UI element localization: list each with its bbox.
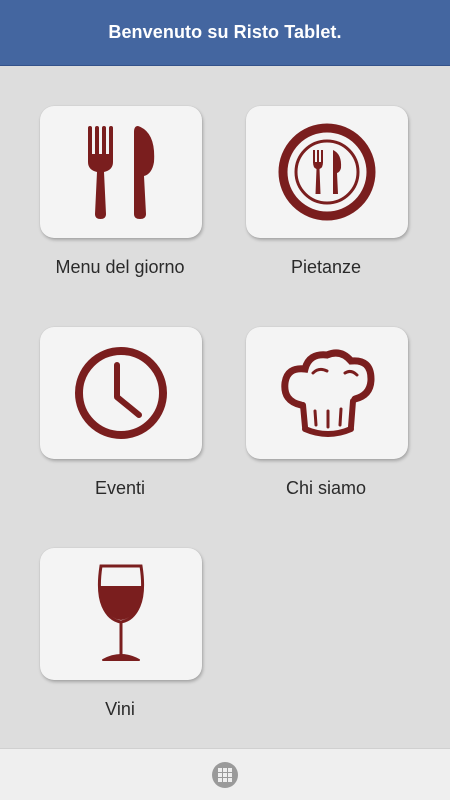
- tile-label: Vini: [105, 699, 135, 719]
- tile-card[interactable]: [246, 106, 408, 238]
- grid-menu-icon: [212, 761, 238, 788]
- tile-menu-del-giorno[interactable]: Menu del giorno: [30, 106, 210, 296]
- tile-card[interactable]: [246, 327, 408, 459]
- app-screen: Benvenuto su Risto Tablet. Menu del gior…: [0, 0, 450, 800]
- tile-chi-siamo[interactable]: Chi siamo: [236, 327, 416, 517]
- clock-icon: [75, 347, 167, 439]
- tile-card[interactable]: [40, 327, 202, 459]
- tile-label: Chi siamo: [285, 478, 367, 498]
- tile-label: Menu del giorno: [55, 257, 185, 277]
- tile-label: Eventi: [94, 478, 146, 498]
- tile-card[interactable]: [40, 548, 202, 680]
- wine-glass-icon: [97, 564, 145, 661]
- tile-vini[interactable]: Vini: [30, 548, 210, 738]
- grid-menu-button[interactable]: [210, 760, 240, 790]
- tile-pietanze[interactable]: Pietanze: [236, 106, 416, 296]
- bottom-bar: [0, 748, 450, 800]
- header-bar: Benvenuto su Risto Tablet.: [0, 0, 450, 66]
- tile-card[interactable]: [40, 106, 202, 238]
- tile-label: Pietanze: [290, 257, 362, 277]
- page-title: Benvenuto su Risto Tablet.: [108, 22, 342, 42]
- tile-eventi[interactable]: Eventi: [30, 327, 210, 517]
- cutlery-icon: [88, 126, 155, 219]
- chef-hat-icon: [281, 349, 375, 437]
- plate-cutlery-icon: [278, 123, 376, 221]
